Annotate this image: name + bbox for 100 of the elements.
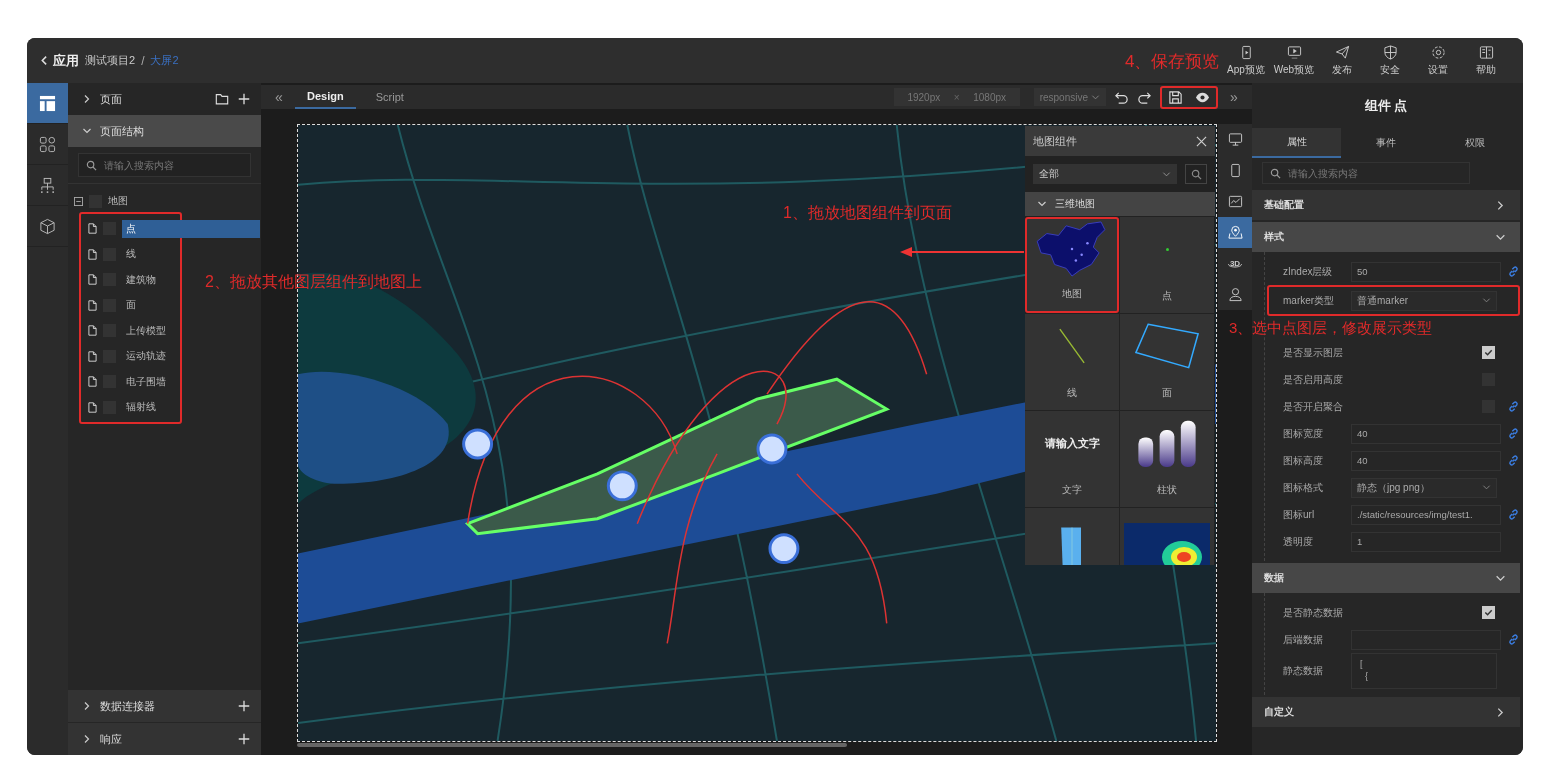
toolbar-action[interactable]: 设置 <box>1414 44 1462 77</box>
component-card[interactable]: 地图 <box>1025 217 1119 313</box>
text-preview: 请输入文字 <box>1044 435 1100 451</box>
sidebar-tab[interactable] <box>27 83 68 124</box>
file-icon <box>87 376 97 388</box>
scrollbar[interactable] <box>297 743 847 747</box>
link-icon[interactable] <box>1507 454 1520 467</box>
field-label: 图标格式 <box>1283 480 1324 495</box>
input-field[interactable]: 1 <box>1351 531 1501 552</box>
editor-tab[interactable]: Design <box>295 85 356 109</box>
search-button[interactable] <box>1185 164 1207 184</box>
project-name: 测试项目2 <box>85 53 136 68</box>
editor-tab[interactable]: Script <box>363 85 416 109</box>
search-field[interactable]: 请输入搜索内容 <box>1262 162 1470 184</box>
toolbar-action[interactable]: 安全 <box>1366 44 1414 77</box>
tree-item[interactable]: 辐射线 <box>121 398 160 417</box>
page-structure-header[interactable]: 页面结构 <box>67 115 261 147</box>
field-label: 静态数据 <box>1283 664 1324 678</box>
link-icon[interactable] <box>1507 427 1520 440</box>
section-title: 数据 <box>1264 571 1285 585</box>
send-icon <box>1334 44 1350 60</box>
component-card[interactable]: 线 <box>1025 314 1119 410</box>
field-label: 图标url <box>1283 507 1316 522</box>
section-title: 样式 <box>1264 230 1285 244</box>
search-icon <box>1190 168 1202 180</box>
category-header[interactable]: 三维地图 <box>1025 192 1215 216</box>
component-card[interactable]: 柱状 <box>1120 411 1214 507</box>
tree-item[interactable]: 地图 <box>107 194 128 208</box>
section-title: 基础配置 <box>1264 198 1305 212</box>
link-icon[interactable] <box>1507 265 1520 278</box>
tree-item[interactable]: 点 <box>121 219 260 238</box>
field-label: 是否开启聚合 <box>1283 399 1344 414</box>
link-icon[interactable] <box>1507 508 1520 521</box>
category-select[interactable]: 全部 <box>1033 164 1177 184</box>
toolbar-action[interactable]: 帮助 <box>1462 44 1510 77</box>
section-header[interactable]: 基础配置 <box>1252 190 1520 220</box>
search-field[interactable]: 请输入搜索内容 <box>77 153 251 177</box>
toolbar-action[interactable]: App预览 <box>1222 44 1270 77</box>
shield-icon <box>1382 44 1398 60</box>
file-icon <box>87 274 97 286</box>
layout-icon <box>38 94 56 112</box>
link-icon[interactable] <box>1507 633 1520 646</box>
cube-icon <box>38 217 56 235</box>
annotation-text: 2、拖放其他图层组件到地图上 <box>205 272 422 292</box>
side-tool[interactable] <box>1218 217 1252 248</box>
code-field[interactable]: [ { <box>1351 653 1497 689</box>
tree-item[interactable]: 建筑物 <box>121 270 160 289</box>
checkbox[interactable] <box>1482 606 1495 619</box>
file-icon <box>87 401 97 413</box>
select-field[interactable]: 普通marker <box>1351 290 1497 311</box>
field-label: 后端数据 <box>1283 632 1324 647</box>
field-label: marker类型 <box>1283 293 1336 308</box>
plus-icon[interactable] <box>237 732 251 746</box>
tree-item[interactable]: 电子围墙 <box>121 372 170 391</box>
components-icon <box>38 135 56 153</box>
collapse-icon[interactable] <box>73 196 83 206</box>
section-header[interactable]: 自定义 <box>1252 697 1520 727</box>
collapse-button[interactable]: « <box>271 89 287 105</box>
map-marker-icon <box>756 433 788 465</box>
section-header[interactable]: 样式 <box>1252 222 1520 252</box>
select-field[interactable]: 静态（jpg png） <box>1351 477 1497 498</box>
3d-icon <box>1228 262 1242 268</box>
component-card[interactable]: 面 <box>1120 314 1214 410</box>
tree-item[interactable]: 运动轨迹 <box>121 347 170 366</box>
input-field[interactable]: 40 <box>1351 423 1501 444</box>
tree-item[interactable]: 上传模型 <box>121 321 170 340</box>
section-header[interactable]: 数据 <box>1252 563 1520 593</box>
input-field[interactable]: 40 <box>1351 450 1501 471</box>
section-title: 响应 <box>99 731 122 747</box>
category-title: 三维地图 <box>1055 197 1095 211</box>
toolbar-action[interactable]: Web预览 <box>1270 44 1318 77</box>
component-card[interactable]: 请输入文字 文字 <box>1025 411 1119 507</box>
map-marker-icon <box>768 533 800 565</box>
help-icon <box>1478 44 1494 60</box>
panel-title: 组件 点 <box>1363 96 1409 115</box>
popup-title: 地图组件 <box>1033 133 1078 149</box>
back-button[interactable]: 应用 <box>39 51 79 70</box>
file-icon <box>87 325 97 337</box>
checkbox[interactable] <box>1482 346 1495 359</box>
pages-header[interactable]: 页面 <box>67 83 261 115</box>
link-icon[interactable] <box>1507 400 1520 413</box>
toolbar-action[interactable]: 发布 <box>1318 44 1366 77</box>
panel-tab[interactable]: 属性 <box>1252 128 1342 158</box>
expand-button[interactable]: » <box>1226 89 1242 105</box>
plus-icon[interactable] <box>237 92 251 106</box>
folder-icon[interactable] <box>215 92 229 106</box>
file-icon <box>87 223 97 235</box>
tree-item[interactable]: 面 <box>121 296 140 315</box>
chart-icon <box>1227 194 1243 209</box>
tree-item[interactable]: 线 <box>121 245 140 264</box>
side-tool[interactable]: 3D <box>1218 248 1252 279</box>
breadcrumb-separator: / <box>141 53 145 68</box>
save-icon[interactable] <box>1168 89 1183 105</box>
close-icon[interactable] <box>1196 135 1207 147</box>
component-card[interactable]: 点 <box>1120 217 1214 313</box>
plus-icon[interactable] <box>237 699 251 713</box>
input-field[interactable]: ./static/resources/img/test1. <box>1351 504 1501 525</box>
section-header[interactable]: 响应 <box>67 723 261 755</box>
input-field[interactable]: 50 <box>1351 261 1501 282</box>
section-header[interactable]: 数据连接器 <box>67 690 261 722</box>
